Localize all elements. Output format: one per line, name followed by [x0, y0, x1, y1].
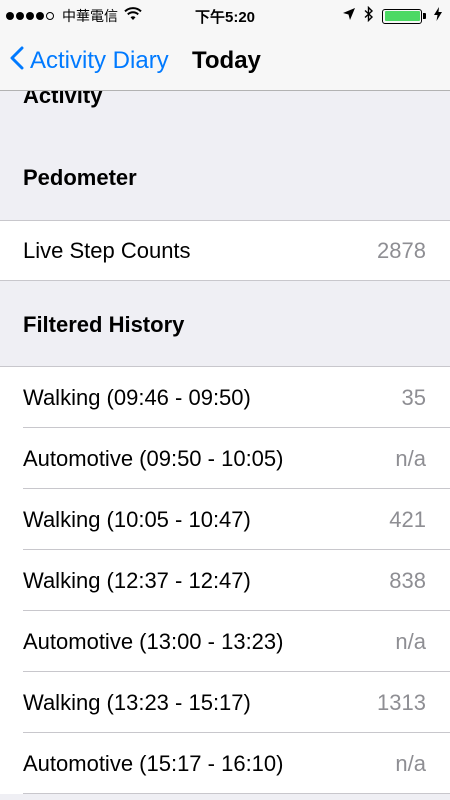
section-header-activity: Activity: [0, 91, 450, 109]
row-value: n/a: [395, 628, 426, 654]
history-row[interactable]: Walking (10:05 - 10:47) 421: [0, 489, 450, 550]
row-value: 35: [401, 384, 426, 410]
live-step-counts-row[interactable]: Live Step Counts 2878: [0, 220, 450, 281]
history-row[interactable]: Automotive (09:50 - 10:05) n/a: [0, 428, 450, 489]
battery-fill: [384, 11, 420, 21]
row-label: Automotive (15:17 - 16:10): [23, 750, 284, 776]
row-label: Walking (10:05 - 10:47): [23, 506, 251, 532]
charging-bolt-icon: [434, 7, 442, 25]
back-button[interactable]: Activity Diary: [10, 32, 169, 90]
row-label: Live Step Counts: [23, 237, 191, 263]
page-title: Today: [192, 47, 261, 74]
row-label: Walking (12:37 - 12:47): [23, 567, 251, 593]
status-right: [334, 0, 442, 32]
section-header-filtered-history: Filtered History: [0, 281, 450, 366]
row-value: n/a: [395, 445, 426, 471]
row-value: 838: [389, 567, 426, 593]
section-header-label: Filtered History: [23, 312, 185, 337]
row-label: Automotive (09:50 - 10:05): [23, 445, 284, 471]
navigation-bar: Activity Diary Today: [0, 32, 450, 91]
row-value: 2878: [377, 237, 426, 263]
status-bar: 中華電信 下午5:20: [0, 0, 450, 32]
row-label: Automotive (13:00 - 13:23): [23, 628, 284, 654]
row-value: n/a: [395, 750, 426, 776]
location-arrow-icon: [342, 7, 356, 25]
section-header-label: Pedometer: [23, 165, 137, 190]
row-value: 1313: [377, 689, 426, 715]
battery-icon: [382, 8, 426, 24]
row-value: 421: [389, 506, 426, 532]
history-row[interactable]: Walking (13:23 - 15:17) 1313: [0, 672, 450, 733]
table-view[interactable]: Activity Pedometer Live Step Counts 2878…: [0, 91, 450, 800]
history-row[interactable]: Automotive (15:17 - 16:10) n/a: [0, 733, 450, 794]
history-list: Walking (09:46 - 09:50) 35 Automotive (0…: [0, 366, 450, 794]
row-label: Walking (09:46 - 09:50): [23, 384, 251, 410]
back-button-label: Activity Diary: [30, 47, 169, 74]
section-header-label: Activity: [23, 91, 103, 108]
history-row[interactable]: Automotive (13:00 - 13:23) n/a: [0, 611, 450, 672]
history-row[interactable]: Walking (12:37 - 12:47) 838: [0, 550, 450, 611]
history-row[interactable]: Walking (09:46 - 09:50) 35: [0, 367, 450, 428]
row-label: Walking (13:23 - 15:17): [23, 689, 251, 715]
section-header-pedometer: Pedometer: [0, 109, 450, 220]
chevron-left-icon: [10, 46, 24, 77]
bluetooth-icon: [364, 5, 374, 26]
